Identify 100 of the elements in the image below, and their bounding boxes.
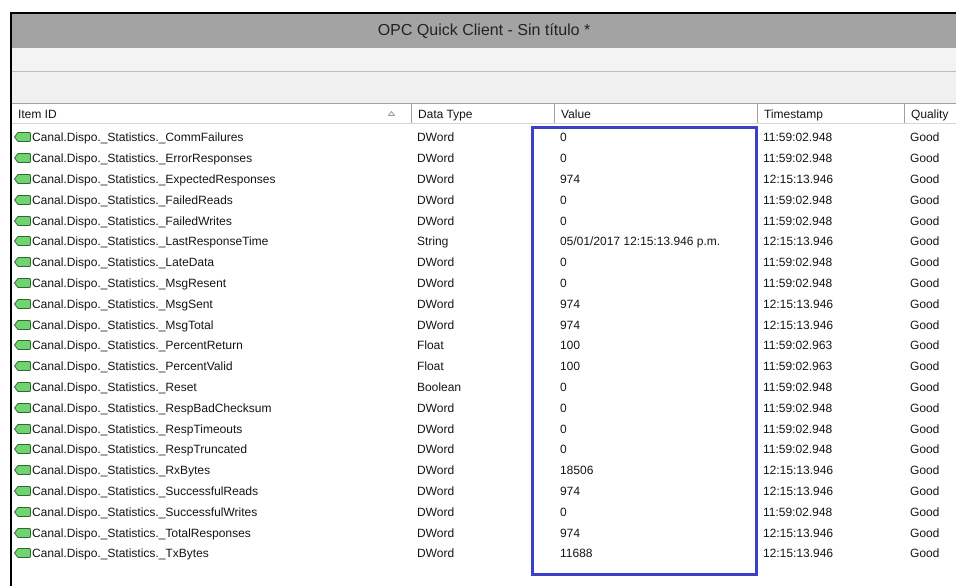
table-cell: DWord xyxy=(417,172,454,186)
table-cell: 974 xyxy=(560,172,580,186)
table-cell: DWord xyxy=(417,463,454,478)
table-cell-text: Canal.Dispo._Statistics._FailedWrites xyxy=(32,212,232,230)
table-cell: DWord xyxy=(417,151,454,166)
table-cell-text: Canal.Dispo._Statistics._SuccessfulWrites xyxy=(32,504,258,521)
table-cell-text: Canal.Dispo._Statistics._SuccessfulReads xyxy=(32,482,258,500)
tag-icon xyxy=(14,257,31,268)
table-cell: 12:15:13.946 xyxy=(763,234,834,248)
table-cell: 11:59:02.948 xyxy=(763,400,832,415)
table-cell: 11:59:02.948 xyxy=(763,214,832,228)
table-cell: 11:59:02.948 xyxy=(763,504,832,519)
table-cell: Boolean xyxy=(417,380,462,394)
table-cell-text: Canal.Dispo._Statistics._PercentValid xyxy=(32,358,233,376)
table-cell: String xyxy=(417,234,448,248)
table-cell: Good xyxy=(910,214,940,228)
table-cell: 0 xyxy=(560,442,567,456)
table-cell: 05/01/2017 12:15:13.946 p.m. xyxy=(560,234,720,248)
table-cell: Float xyxy=(417,359,444,374)
table-cell: DWord xyxy=(417,400,454,415)
tag-icon xyxy=(14,486,31,496)
tag-icon xyxy=(14,278,31,288)
table-cell: 0 xyxy=(560,276,567,290)
column-header[interactable]: Timestamp xyxy=(758,104,905,123)
table-cell: 974 xyxy=(560,296,580,311)
table-cell: DWord xyxy=(417,318,454,332)
table-cell-text: Canal.Dispo._Statistics._ExpectedResponses xyxy=(32,170,276,188)
table-cell: Good xyxy=(910,504,940,519)
table-cell: DWord xyxy=(417,255,454,270)
table-cell: Good xyxy=(910,234,940,248)
tag-icon xyxy=(14,528,31,538)
table-cell: Good xyxy=(910,400,940,415)
table-cell: Good xyxy=(910,546,940,560)
table-cell-text: Canal.Dispo._Statistics._LateData xyxy=(32,254,214,272)
table-cell: 0 xyxy=(560,504,567,519)
table-cell: 0 xyxy=(560,192,567,207)
table-cell: 974 xyxy=(560,318,580,332)
tag-icon xyxy=(14,361,31,372)
tag-icon xyxy=(14,298,31,309)
table-cell-text: Canal.Dispo._Statistics._PercentReturn xyxy=(32,337,243,354)
tag-icon xyxy=(14,402,31,413)
table-cell: Good xyxy=(910,151,940,166)
table-cell: 974 xyxy=(560,526,580,540)
table-cell: 11:59:02.963 xyxy=(763,338,832,352)
table-cell: 18506 xyxy=(560,463,594,478)
table-cell: Good xyxy=(910,484,940,498)
table-cell: 0 xyxy=(560,214,567,228)
table-cell: Good xyxy=(910,526,940,540)
table-cell-text: Canal.Dispo._Statistics._FailedReads xyxy=(32,192,233,209)
table-cell: 11:59:02.948 xyxy=(763,151,832,166)
table-cell: 100 xyxy=(560,359,580,374)
table-cell: Good xyxy=(910,192,940,207)
table-cell: DWord xyxy=(417,422,454,436)
column-header[interactable]: Data Type xyxy=(412,104,555,123)
table-cell-text: Canal.Dispo._Statistics._Reset xyxy=(32,378,197,396)
table-cell: DWord xyxy=(417,442,454,456)
table-cell: 11:59:02.948 xyxy=(763,380,832,394)
table-cell: Good xyxy=(910,442,940,456)
table-cell: 11:59:02.963 xyxy=(763,359,832,374)
table-cell: 0 xyxy=(560,380,567,394)
table-cell: 11:59:02.948 xyxy=(763,276,832,290)
table-cell: 0 xyxy=(560,422,567,436)
tag-icon xyxy=(14,382,31,392)
table-cell: DWord xyxy=(417,484,454,498)
table-cell-text: Canal.Dispo._Statistics._RespTruncated xyxy=(32,441,247,458)
table-cell: 0 xyxy=(560,255,567,270)
table-cell: Good xyxy=(910,255,940,270)
table-cell: DWord xyxy=(417,526,454,540)
column-header[interactable]: Quality xyxy=(905,104,956,123)
table-cell-text: Canal.Dispo._Statistics._RespBadChecksum xyxy=(32,400,272,417)
table-cell: Good xyxy=(910,338,940,352)
tag-icon xyxy=(14,132,31,142)
table-cell: 11:59:02.948 xyxy=(763,442,832,456)
column-header[interactable]: Item ID xyxy=(12,104,412,123)
table-cell: 12:15:13.946 xyxy=(763,172,834,186)
table-cell: 12:15:13.946 xyxy=(763,484,834,498)
table-cell: 974 xyxy=(560,484,580,498)
table-cell: DWord xyxy=(417,276,454,290)
table-cell: 11:59:02.948 xyxy=(763,422,832,436)
table-cell: 11:59:02.948 xyxy=(763,130,832,144)
table-cell-text: Canal.Dispo._Statistics._RxBytes xyxy=(32,462,210,480)
table-cell: Good xyxy=(910,172,940,186)
table-cell: 12:15:13.946 xyxy=(763,463,834,478)
table-cell-text: Canal.Dispo._Statistics._TotalResponses xyxy=(32,524,251,542)
table-cell-text: Canal.Dispo._Statistics._MsgSent xyxy=(32,296,213,313)
table-cell: DWord xyxy=(417,546,454,560)
tag-icon xyxy=(14,216,31,226)
table-cell-text: Canal.Dispo._Statistics._LastResponseTime xyxy=(32,233,268,250)
table-cell: Good xyxy=(910,359,940,374)
table-cell: 12:15:13.946 xyxy=(763,318,834,332)
table-cell-text: Canal.Dispo._Statistics._TxBytes xyxy=(32,545,209,562)
table-cell-text: Canal.Dispo._Statistics._ErrorResponses xyxy=(32,150,252,168)
table-cell: DWord xyxy=(417,296,454,311)
table-cell-text: Canal.Dispo._Statistics._MsgResent xyxy=(32,274,226,292)
column-header[interactable]: Value xyxy=(555,104,758,123)
tag-icon xyxy=(14,320,31,330)
sort-arrow-icon xyxy=(388,111,395,116)
table-cell: 0 xyxy=(560,130,567,144)
table-cell-text: Canal.Dispo._Statistics._RespTimeouts xyxy=(32,420,242,438)
tag-icon xyxy=(14,174,31,184)
